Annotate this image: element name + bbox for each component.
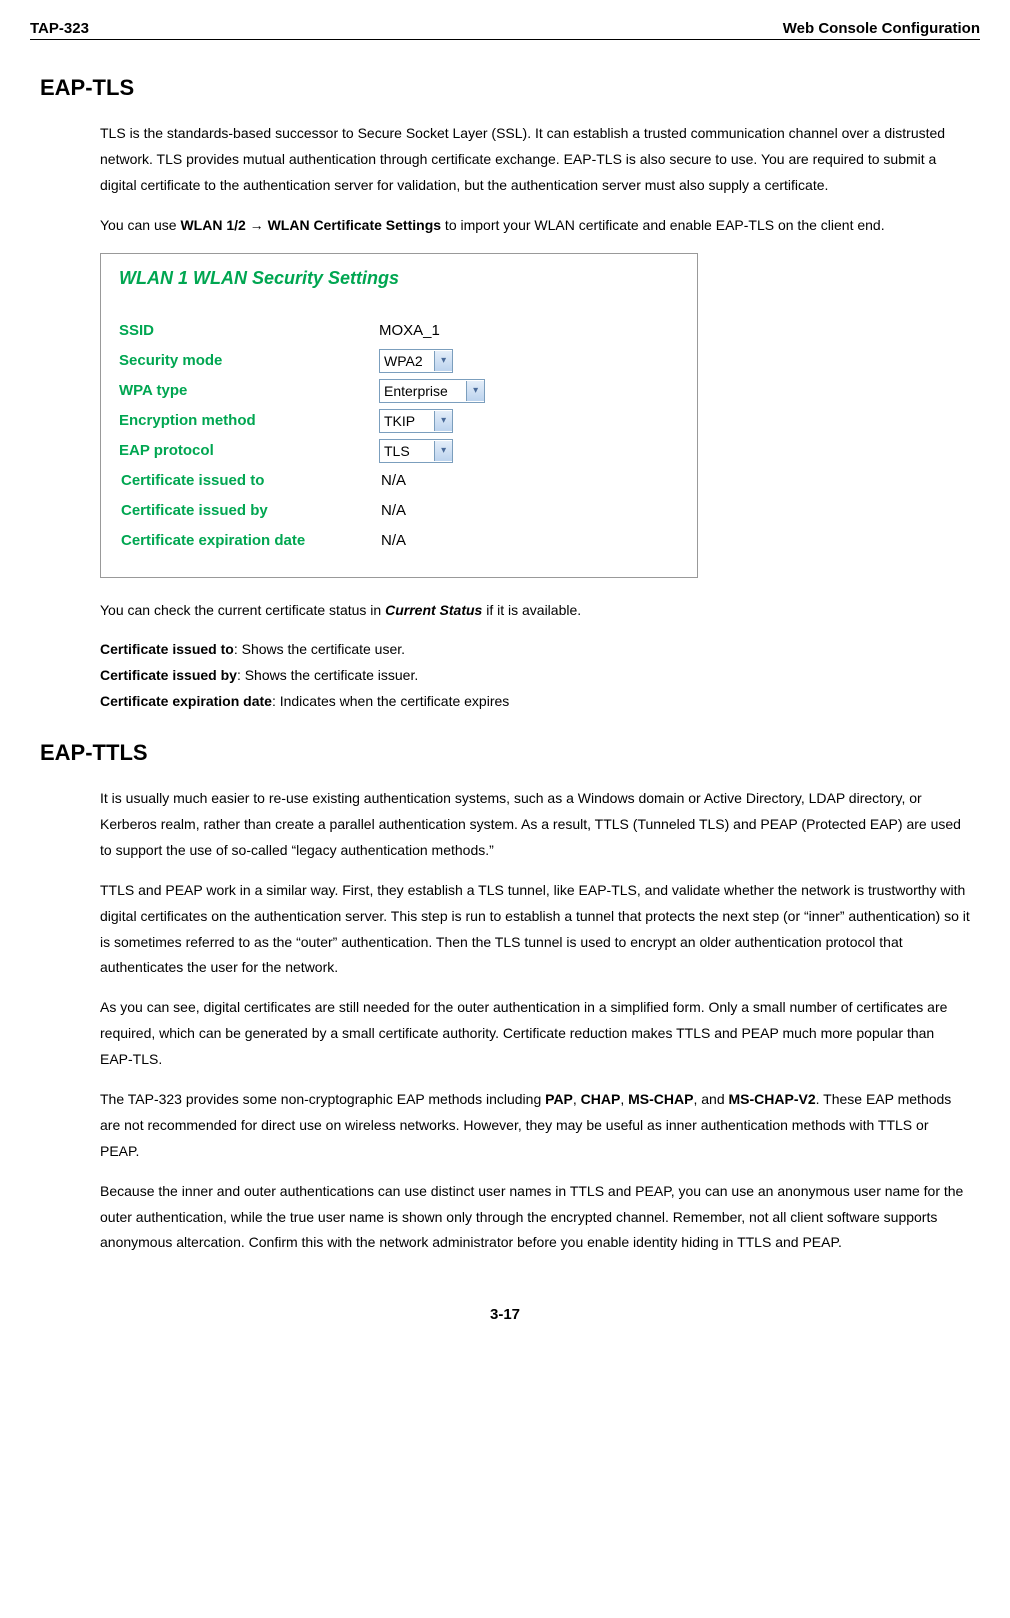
para: TTLS and PEAP work in a similar way. Fir… [100, 878, 970, 982]
field-wpa-type: WPA type Enterprise ▾ [119, 377, 679, 405]
security-mode-select[interactable]: WPA2 ▾ [379, 349, 453, 373]
select-text: TLS [384, 443, 434, 459]
eap-protocol-select[interactable]: TLS ▾ [379, 439, 453, 463]
definition: : Indicates when the certificate expires [272, 693, 509, 709]
panel-title: WLAN 1 WLAN Security Settings [119, 268, 679, 289]
field-security-mode: Security mode WPA2 ▾ [119, 347, 679, 375]
field-cert-issued-by: Certificate issued by N/A [119, 497, 679, 525]
chevron-down-icon: ▾ [434, 351, 452, 371]
value: N/A [381, 532, 406, 549]
text: , [620, 1091, 628, 1107]
field-encryption: Encryption method TKIP ▾ [119, 407, 679, 435]
encryption-select[interactable]: TKIP ▾ [379, 409, 453, 433]
para: TLS is the standards-based successor to … [100, 121, 970, 199]
label: Encryption method [119, 412, 379, 429]
text: to import your WLAN certificate and enab… [441, 217, 885, 233]
field-eap-protocol: EAP protocol TLS ▾ [119, 437, 679, 465]
para: The TAP-323 provides some non-cryptograp… [100, 1087, 970, 1165]
settings-panel: WLAN 1 WLAN Security Settings SSID MOXA_… [100, 253, 698, 578]
select-text: Enterprise [384, 383, 466, 399]
bold-text: CHAP [581, 1091, 621, 1107]
header-right: Web Console Configuration [783, 20, 980, 37]
para: It is usually much easier to re-use exis… [100, 786, 970, 864]
wpa-type-select[interactable]: Enterprise ▾ [379, 379, 485, 403]
para: You can use WLAN 1/2 → WLAN Certificate … [100, 213, 970, 239]
text: , and [693, 1091, 728, 1107]
select-text: WPA2 [384, 353, 434, 369]
chevron-down-icon: ▾ [434, 411, 452, 431]
bold-text: WLAN 1/2 → WLAN Certificate Settings [180, 217, 441, 233]
label: EAP protocol [119, 442, 379, 459]
label: SSID [119, 322, 379, 339]
value: N/A [381, 502, 406, 519]
bold-text: MS-CHAP-V2 [729, 1091, 816, 1107]
field-cert-issued-to: Certificate issued to N/A [119, 467, 679, 495]
select-text: TKIP [384, 413, 434, 429]
bold-italic-text: Current Status [385, 602, 482, 618]
value: N/A [381, 472, 406, 489]
field-cert-expiration: Certificate expiration date N/A [119, 527, 679, 555]
heading-eap-ttls: EAP-TTLS [40, 740, 980, 766]
value: MOXA_1 [379, 322, 440, 339]
term: Certificate expiration date [100, 693, 272, 709]
text: , [573, 1091, 581, 1107]
text: You can check the current certificate st… [100, 602, 385, 618]
header-left: TAP-323 [30, 20, 89, 37]
para: Because the inner and outer authenticati… [100, 1179, 970, 1257]
heading-eap-tls: EAP-TLS [40, 75, 980, 101]
definition: : Shows the certificate user. [234, 641, 405, 657]
para: As you can see, digital certificates are… [100, 995, 970, 1073]
chevron-down-icon: ▾ [434, 441, 452, 461]
bold-text: PAP [545, 1091, 573, 1107]
text: if it is available. [482, 602, 581, 618]
text: You can use [100, 217, 180, 233]
page-header: TAP-323 Web Console Configuration [30, 20, 980, 40]
term: Certificate issued to [100, 641, 234, 657]
label: Security mode [119, 352, 379, 369]
page-number: 3-17 [30, 1306, 980, 1323]
label: Certificate issued by [121, 502, 381, 519]
label: Certificate expiration date [121, 532, 381, 549]
field-ssid: SSID MOXA_1 [119, 317, 679, 345]
label: Certificate issued to [121, 472, 381, 489]
chevron-down-icon: ▾ [466, 381, 484, 401]
para: You can check the current certificate st… [100, 598, 970, 624]
cert-definitions: Certificate issued to: Shows the certifi… [100, 637, 970, 715]
term: Certificate issued by [100, 667, 237, 683]
label: WPA type [119, 382, 379, 399]
bold-text: MS-CHAP [628, 1091, 693, 1107]
text: The TAP-323 provides some non-cryptograp… [100, 1091, 545, 1107]
definition: : Shows the certificate issuer. [237, 667, 418, 683]
